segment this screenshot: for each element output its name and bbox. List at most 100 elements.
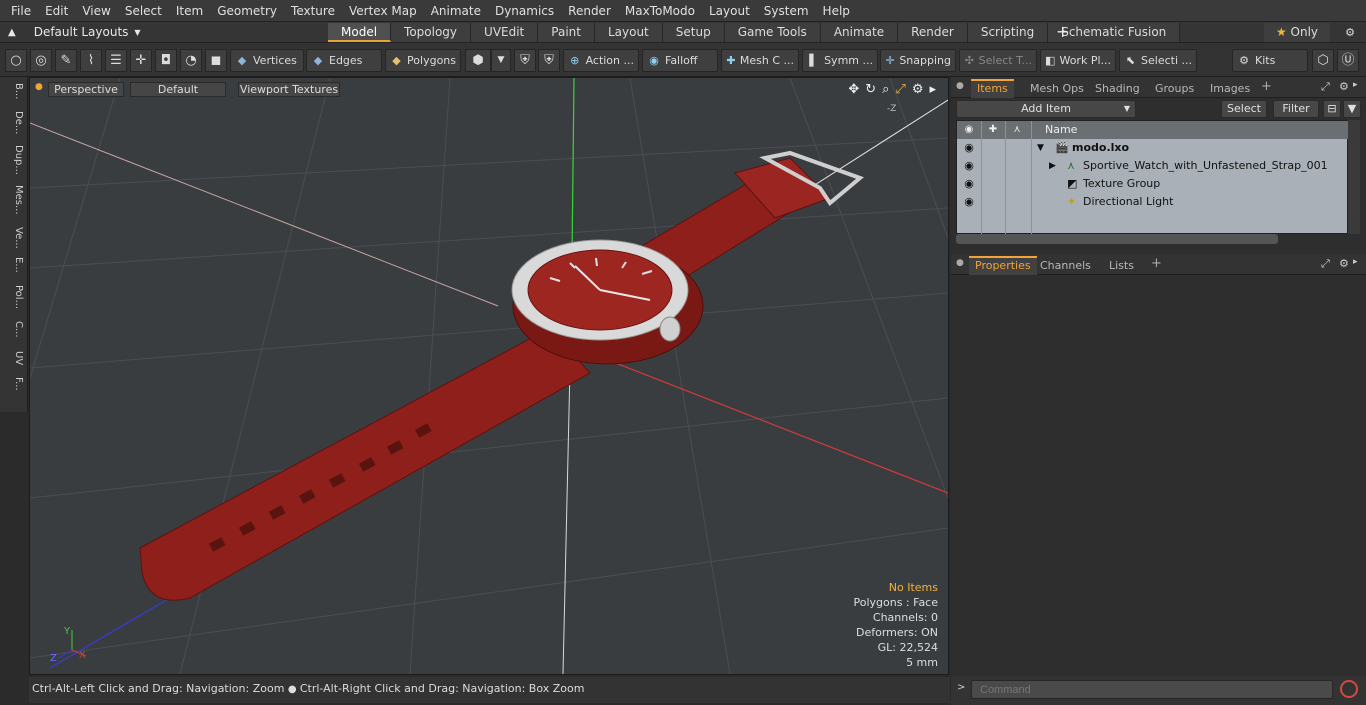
viewport-settings-icon[interactable]: ⚙ [912, 82, 924, 97]
unity-icon[interactable]: ⬡ [1312, 49, 1334, 72]
sidebar-tab-mesh[interactable]: Mes... [4, 185, 24, 215]
snapping-button[interactable]: ✛ Snapping [880, 49, 956, 72]
menu-texture[interactable]: Texture [284, 0, 342, 22]
panel-menu-dot-icon[interactable]: ● [956, 81, 964, 91]
sidebar-tab-duplicate[interactable]: Dup... [4, 145, 24, 175]
properties-settings-icon[interactable]: ⚙ [1339, 257, 1349, 270]
view-mode-button[interactable]: Perspective [48, 82, 124, 97]
expand-triangle-icon[interactable]: ▼ [1037, 139, 1044, 157]
menu-maxtomodo[interactable]: MaxToModo [618, 0, 702, 22]
menu-layout[interactable]: Layout [702, 0, 757, 22]
filter-button[interactable]: Filter [1273, 100, 1319, 118]
mode-dropdown-icon[interactable]: ▼ [491, 49, 511, 72]
selection-sets-button[interactable]: ⬉ Selecti ... [1119, 49, 1197, 72]
tab-images[interactable]: Images [1204, 79, 1256, 98]
layout-dropdown[interactable]: ▲ Default Layouts ▼ [8, 22, 141, 43]
stack-icon[interactable]: ☰ [105, 49, 127, 72]
menu-file[interactable]: File [4, 0, 38, 22]
viewport-scene[interactable]: Y X Z -Z [30, 78, 948, 674]
action-center-button[interactable]: ⊕ Action ... [563, 49, 639, 72]
eye-icon[interactable]: ◉ [961, 139, 977, 157]
panel-maximize-icon[interactable]: ⤢ [1321, 80, 1330, 94]
eye-icon[interactable]: ◉ [961, 157, 977, 175]
command-input[interactable] [971, 680, 1333, 699]
unreal-icon[interactable]: Ⓤ [1337, 49, 1359, 72]
sidebar-tab-edge[interactable]: E... [4, 257, 24, 273]
menu-view[interactable]: View [75, 0, 117, 22]
sidebar-tab-fusion[interactable]: F... [4, 377, 24, 391]
badge-icon[interactable]: ⛨ [538, 49, 560, 72]
zoom-view-icon[interactable]: ⌕ [882, 82, 889, 97]
orbit-view-icon[interactable]: ↻ [865, 82, 876, 97]
menu-vertex-map[interactable]: Vertex Map [342, 0, 424, 22]
collapse-all-icon[interactable]: ⊟ [1323, 100, 1341, 118]
tab-mesh-ops[interactable]: Mesh Ops [1024, 79, 1090, 98]
eye-icon[interactable]: ◉ [961, 175, 977, 193]
select-button[interactable]: Select [1221, 100, 1267, 118]
falloff-button[interactable]: ◉ Falloff [642, 49, 718, 72]
eye-icon[interactable]: ◉ [961, 193, 977, 211]
watch-model[interactable] [139, 150, 864, 601]
maximize-view-icon[interactable]: ⤢ [895, 82, 905, 97]
panel-collapse-arrow-icon[interactable]: ▸ [1353, 80, 1358, 90]
type-column-icon[interactable]: ⋏ [1005, 121, 1029, 139]
menu-item[interactable]: Item [169, 0, 210, 22]
sidebar-tab-polygon[interactable]: Pol... [4, 285, 24, 309]
shading-mode-button[interactable]: Default [130, 82, 226, 97]
up-arrow-icon[interactable]: ▲ [8, 22, 16, 43]
tab-paint[interactable]: Paint [538, 23, 595, 42]
sidebar-tab-uv[interactable]: UV [4, 351, 24, 365]
items-list-horizontal-scrollbar[interactable] [956, 234, 1278, 244]
rotate-icon[interactable]: ◔ [180, 49, 202, 72]
polygons-button[interactable]: ◆ Polygons [385, 49, 461, 72]
viewport-expand-arrow-icon[interactable]: ▸ [929, 82, 936, 97]
circle-select-icon[interactable]: ○ [5, 49, 27, 72]
add-properties-tab-icon[interactable]: + [1151, 256, 1162, 271]
3d-viewport[interactable]: Y X Z -Z ● Perspective Default Viewport … [29, 77, 949, 675]
tab-render[interactable]: Render [898, 23, 968, 42]
sidebar-tab-curve[interactable]: C... [4, 321, 24, 338]
work-plane-button[interactable]: ◧ Work Pl... [1040, 49, 1116, 72]
add-panel-tab-icon[interactable]: + [1261, 79, 1272, 94]
record-macro-icon[interactable] [1340, 680, 1358, 698]
edges-button[interactable]: ◆ Edges [306, 49, 382, 72]
menu-system[interactable]: System [757, 0, 816, 22]
menu-edit[interactable]: Edit [38, 0, 75, 22]
pen-icon[interactable]: ✎ [55, 49, 77, 72]
vertices-button[interactable]: ◆ Vertices [230, 49, 304, 72]
gear-icon[interactable]: ⚙ [1340, 23, 1360, 42]
globe-icon[interactable]: ◎ [30, 49, 52, 72]
properties-menu-dot-icon[interactable]: ● [956, 258, 964, 268]
menu-help[interactable]: Help [816, 0, 857, 22]
tab-uvedit[interactable]: UVEdit [471, 23, 539, 42]
list-item[interactable]: ◉ ▶ ⋏ Sportive_Watch_with_Unfastened_Str… [957, 157, 1349, 175]
lock-column-icon[interactable]: ✚ [981, 121, 1005, 139]
panel-settings-icon[interactable]: ⚙ [1339, 80, 1349, 93]
tab-items[interactable]: Items [971, 79, 1014, 98]
crosshair-icon[interactable]: ✛ [130, 49, 152, 72]
menu-dynamics[interactable]: Dynamics [488, 0, 561, 22]
shield-icon[interactable]: ⛨ [514, 49, 536, 72]
select-through-button[interactable]: ✣ Select T... [959, 49, 1037, 72]
visibility-column-eye-icon[interactable]: ◉ [957, 121, 981, 139]
add-tab-icon[interactable]: + [1056, 22, 1069, 42]
tab-channels[interactable]: Channels [1034, 256, 1097, 275]
tab-game-tools[interactable]: Game Tools [724, 23, 821, 42]
list-item[interactable]: ◉ ◩ Texture Group [957, 175, 1349, 193]
properties-collapse-arrow-icon[interactable]: ▸ [1353, 257, 1358, 267]
viewport-textures-button[interactable]: Viewport Textures [238, 82, 340, 97]
tab-setup[interactable]: Setup [662, 23, 725, 42]
tab-topology[interactable]: Topology [391, 23, 472, 42]
add-item-dropdown[interactable]: Add Item ▼ [956, 100, 1136, 118]
only-toggle[interactable]: ★ Only [1264, 23, 1330, 42]
menu-render[interactable]: Render [561, 0, 618, 22]
items-list-scrollbar[interactable] [1348, 120, 1360, 234]
name-column-header[interactable]: Name [1045, 121, 1077, 139]
cube-icon[interactable]: ◼ [205, 49, 227, 72]
tab-scripting[interactable]: Scripting [967, 23, 1049, 42]
frame-icon[interactable]: ◘ [155, 49, 177, 72]
menu-select[interactable]: Select [118, 0, 169, 22]
tab-groups[interactable]: Groups [1149, 79, 1200, 98]
properties-maximize-icon[interactable]: ⤢ [1321, 257, 1330, 271]
collapsed-triangle-icon[interactable]: ▶ [1049, 157, 1056, 175]
